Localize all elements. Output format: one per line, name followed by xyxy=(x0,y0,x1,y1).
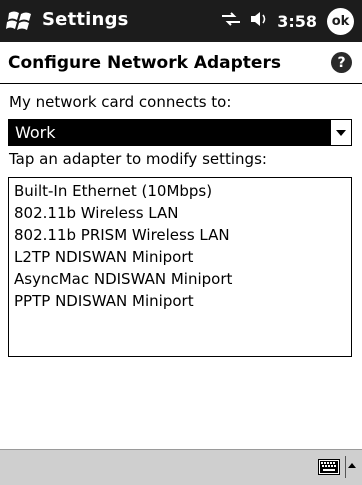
list-item[interactable]: AsyncMac NDISWAN Miniport xyxy=(9,268,351,290)
clock[interactable]: 3:58 xyxy=(277,12,317,31)
network-select-value: Work xyxy=(15,123,56,142)
page-header: Configure Network Adapters ? xyxy=(0,42,362,84)
list-item[interactable]: 802.11b PRISM Wireless LAN xyxy=(9,224,351,246)
keyboard-icon[interactable] xyxy=(318,459,340,475)
input-panel-arrow-icon[interactable] xyxy=(345,456,358,478)
title-bar: Settings 3:58 ok xyxy=(0,0,362,42)
list-item[interactable]: PPTP NDISWAN Miniport xyxy=(9,290,351,312)
adapters-label: Tap an adapter to modify settings: xyxy=(9,150,267,168)
help-icon[interactable]: ? xyxy=(331,52,352,73)
adapter-list[interactable]: Built-In Ethernet (10Mbps) 802.11b Wirel… xyxy=(8,177,352,357)
speaker-icon[interactable] xyxy=(249,10,269,32)
network-select[interactable]: Work xyxy=(8,119,352,146)
page-title: Configure Network Adapters xyxy=(8,53,281,73)
app-title: Settings xyxy=(42,9,129,30)
system-tray: 3:58 ok xyxy=(221,6,354,36)
list-item[interactable]: L2TP NDISWAN Miniport xyxy=(9,246,351,268)
list-item[interactable]: Built-In Ethernet (10Mbps) xyxy=(9,180,351,202)
bottom-bar xyxy=(0,449,362,485)
connectivity-icon[interactable] xyxy=(221,11,241,31)
connects-label: My network card connects to: xyxy=(9,93,232,111)
windows-flag-icon[interactable] xyxy=(6,7,36,35)
ok-button[interactable]: ok xyxy=(327,7,354,35)
list-item[interactable]: 802.11b Wireless LAN xyxy=(9,202,351,224)
chevron-down-icon[interactable] xyxy=(330,120,351,145)
